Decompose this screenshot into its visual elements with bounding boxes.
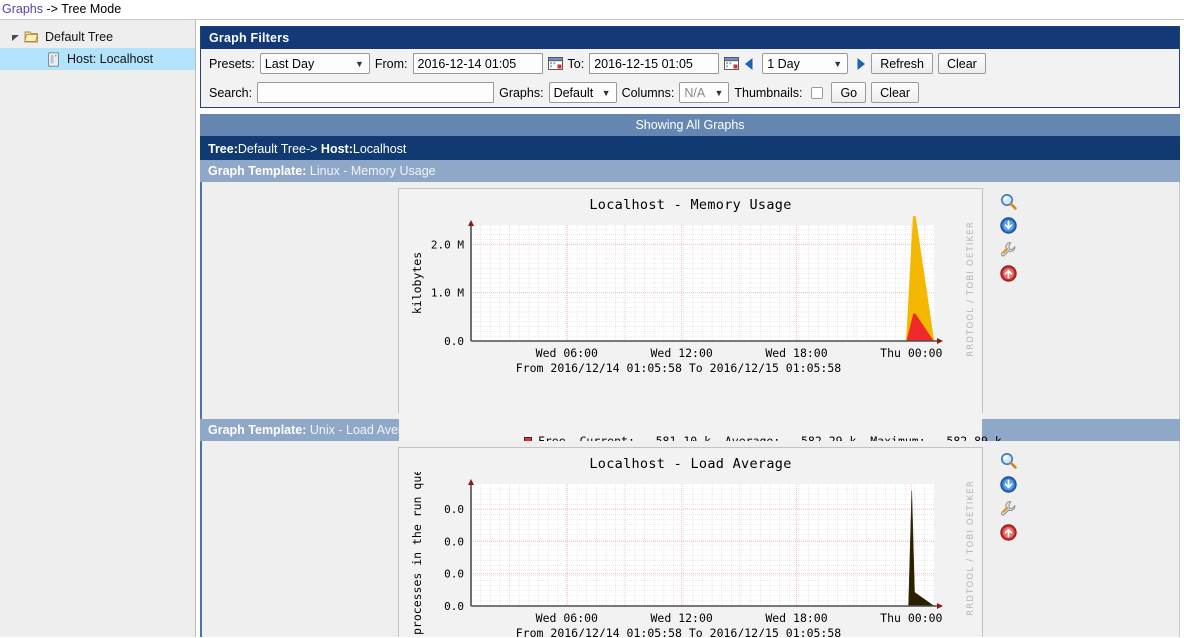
presets-label: Presets: — [209, 56, 255, 71]
graphs-label: Graphs: — [499, 85, 544, 100]
svg-text:0.0: 0.0 — [444, 335, 464, 348]
span-select-wrap[interactable]: 1 Day ▼ — [762, 53, 849, 74]
columns-select-wrap[interactable]: N/A ▼ — [679, 82, 730, 103]
content-area: Graph Filters Presets: Last Day ▼ From: — [196, 20, 1184, 637]
graph-template-header-memory: Graph Template: Linux - Memory Usage — [200, 160, 1180, 182]
graph-template-key: Graph Template: — [208, 423, 307, 437]
svg-text:0.0: 0.0 — [444, 600, 464, 613]
page-top-icon[interactable] — [999, 265, 1017, 282]
showing-all-graphs-bar: Showing All Graphs — [200, 114, 1180, 138]
svg-text:0.0: 0.0 — [444, 568, 464, 581]
memory-usage-chart: 0.0 1.0 M 2.0 M Wed 06:00 Wed 12:00 Wed 18:00… — [410, 216, 943, 375]
graph-card-memory[interactable]: Localhost - Memory Usage 0.0 1.0 M 2.0 M We… — [398, 188, 1017, 576]
thumbnails-checkbox[interactable] — [811, 86, 824, 99]
graph-actions-memory — [995, 193, 1021, 282]
svg-text:1.0 M: 1.0 M — [431, 287, 464, 300]
graph-title: Localhost - Memory Usage — [589, 197, 792, 213]
sidebar-item-label: Default Tree — [45, 30, 114, 44]
svg-text:Wed 18:00: Wed 18:00 — [765, 611, 827, 625]
filter-row-search: Search: Graphs: Default ▼ Columns: N/A ▼ — [201, 78, 1179, 107]
zoom-icon[interactable] — [1000, 193, 1017, 210]
zoom-icon[interactable] — [1000, 452, 1017, 469]
sidebar-item-default-tree[interactable]: Default Tree — [0, 26, 195, 48]
shift-right-arrow-icon[interactable] — [853, 57, 866, 71]
graph-block-memory: Localhost - Memory Usage 0.0 1.0 M 2.0 M We… — [200, 182, 1180, 576]
to-label: To: — [567, 56, 585, 71]
svg-text:Wed 06:00: Wed 06:00 — [536, 346, 598, 360]
refresh-button[interactable]: Refresh — [871, 53, 933, 74]
sidebar-item-label: Host: Localhost — [67, 52, 154, 66]
tree-key: Tree: — [208, 142, 238, 156]
svg-text:kilobytes: kilobytes — [410, 252, 424, 314]
clear-button[interactable]: Clear — [937, 53, 986, 74]
svg-text:Wed 12:00: Wed 12:00 — [651, 346, 713, 360]
svg-text:processes in the run queue: processes in the run queue — [410, 472, 424, 635]
rrdtool-branding: RRDTOOL / TOBI OETIKER — [966, 221, 976, 357]
calendar-icon-from[interactable] — [547, 56, 563, 71]
svg-text:Thu 00:00: Thu 00:00 — [880, 346, 942, 360]
shift-left-arrow-icon[interactable] — [744, 57, 757, 71]
graph-card-load[interactable]: Localhost - Load Average 0.0 0.0 0.0 0.0 Wed… — [398, 447, 1017, 637]
go-button[interactable]: Go — [831, 82, 867, 103]
breadcrumb-current: Tree Mode — [61, 2, 122, 16]
wrench-properties-icon[interactable] — [1000, 500, 1017, 517]
host-value: Localhost — [352, 142, 407, 156]
svg-text:From 2016/12/14 01:05:58 To 20: From 2016/12/14 01:05:58 To 2016/12/15 0… — [516, 361, 841, 375]
graph-block-load: Localhost - Load Average 0.0 0.0 0.0 0.0 Wed… — [200, 441, 1180, 637]
load-average-chart: 0.0 0.0 0.0 0.0 Wed 06:00 Wed 12:00 Wed 18:00 T… — [410, 472, 943, 637]
sidebar-tree: Default Tree Host: Localhost — [0, 20, 196, 637]
graph-template-value: Linux - Memory Usage — [309, 164, 436, 178]
page-top-icon[interactable] — [999, 524, 1017, 541]
svg-text:Wed 18:00: Wed 18:00 — [765, 346, 827, 360]
svg-text:Wed 12:00: Wed 12:00 — [651, 611, 713, 625]
presets-select-wrap[interactable]: Last Day ▼ — [259, 53, 370, 74]
time-span-select[interactable]: 1 Day — [762, 53, 849, 74]
folder-icon — [22, 30, 40, 44]
graph-actions-load — [995, 452, 1021, 541]
from-date-input[interactable] — [412, 53, 543, 74]
graphs-select[interactable]: Default — [548, 82, 617, 103]
main-layout: Default Tree Host: Localhost Graph Filte… — [0, 20, 1184, 637]
columns-select[interactable]: N/A — [679, 82, 730, 103]
csv-export-icon[interactable] — [999, 217, 1017, 234]
tree-breadcrumb-header: Tree:Default Tree-> Host:Localhost — [200, 138, 1180, 160]
filter-row-dates: Presets: Last Day ▼ From: 2016-12-14 01:… — [201, 49, 1179, 78]
svg-text:0.0: 0.0 — [444, 535, 464, 548]
calendar-icon-to[interactable] — [724, 56, 740, 71]
graph-plot-body: 0.0 1.0 M 2.0 M Wed 06:00 Wed 12:00 Wed 18:00… — [399, 213, 982, 386]
thumbnails-label: Thumbnails: — [734, 85, 803, 100]
breadcrumb-link-graphs[interactable]: Graphs — [2, 2, 43, 16]
svg-text:Wed 06:00: Wed 06:00 — [536, 611, 598, 625]
svg-text:From 2016/12/14 01:05:58 To 20: From 2016/12/14 01:05:58 To 2016/12/15 0… — [516, 626, 841, 637]
breadcrumb-separator: -> — [43, 2, 62, 16]
clear-results-button[interactable]: Clear — [871, 82, 920, 103]
rrdtool-branding: RRDTOOL / TOBI OETIKER — [966, 480, 976, 616]
columns-label: Columns: — [621, 85, 675, 100]
graph-filters-title: Graph Filters — [201, 27, 1179, 49]
graph-filters-panel: Graph Filters Presets: Last Day ▼ From: — [200, 26, 1180, 108]
graph-plot-body: 0.0 0.0 0.0 0.0 Wed 06:00 Wed 12:00 Wed 18:00 T… — [399, 472, 982, 637]
device-icon — [44, 51, 62, 67]
graphs-select-wrap[interactable]: Default ▼ — [548, 82, 617, 103]
search-input[interactable] — [257, 82, 495, 103]
search-label: Search: — [209, 85, 253, 100]
graph-template-key: Graph Template: — [208, 164, 307, 178]
collapse-triangle-icon[interactable] — [8, 33, 22, 42]
svg-text:0.0: 0.0 — [444, 503, 464, 516]
host-key: Host: — [320, 142, 353, 156]
tree-value: Default Tree-> — [237, 142, 321, 156]
to-date-input[interactable] — [589, 53, 720, 74]
svg-text:Thu 00:00: Thu 00:00 — [880, 611, 942, 625]
rrd-graph-load: Localhost - Load Average 0.0 0.0 0.0 0.0 Wed… — [399, 448, 982, 637]
svg-text:2.0 M: 2.0 M — [431, 238, 464, 251]
sidebar-item-host-localhost[interactable]: Host: Localhost — [0, 48, 195, 70]
from-label: From: — [374, 56, 408, 71]
presets-select[interactable]: Last Day — [259, 53, 370, 74]
graph-title: Localhost - Load Average — [589, 456, 792, 472]
breadcrumb: Graphs -> Tree Mode — [0, 0, 1184, 20]
wrench-properties-icon[interactable] — [1000, 241, 1017, 258]
csv-export-icon[interactable] — [999, 476, 1017, 493]
